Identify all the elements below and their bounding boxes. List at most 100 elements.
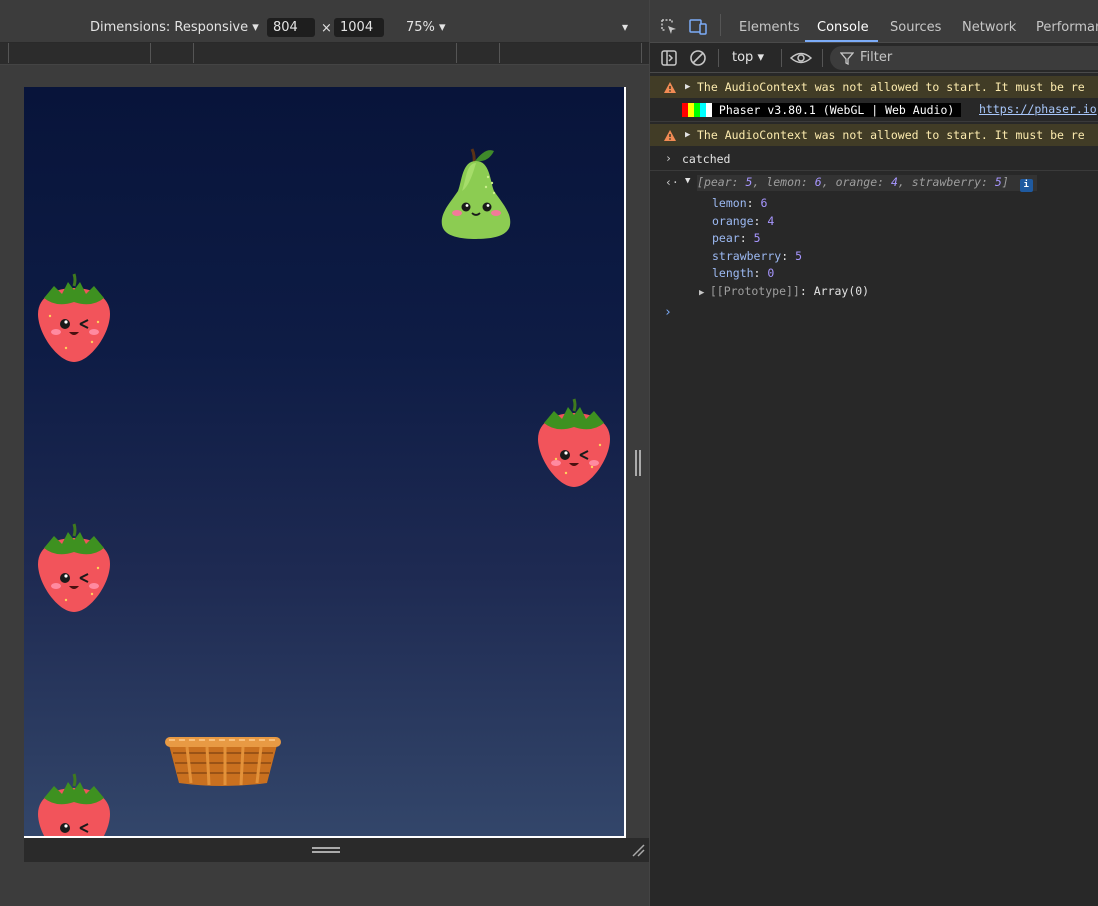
property-key: length: [712, 266, 754, 281]
divider: [718, 49, 719, 67]
ruler-tick: [456, 43, 457, 63]
inspect-element-icon[interactable]: [660, 18, 678, 36]
ruler-tick: [150, 43, 151, 63]
more-options-icon[interactable]: ▾: [622, 20, 628, 34]
property-value: 0: [767, 266, 775, 281]
zoom-dropdown[interactable]: 75% ▾: [406, 20, 446, 35]
preview-key: strawberry: [911, 175, 982, 189]
filter-input[interactable]: Filter: [830, 46, 1098, 70]
log-text: catched: [682, 152, 731, 166]
ruler-tick: [193, 43, 194, 63]
media-query-ruler[interactable]: [0, 43, 649, 65]
tab-performance[interactable]: Performance: [1036, 20, 1098, 35]
warning-icon: [664, 82, 676, 93]
array-preview[interactable]: [pear: 5, lemon: 6, orange: 4, strawberr…: [697, 175, 1037, 192]
times-sign: ×: [321, 21, 332, 36]
console-toolbar: top ▾ Filter: [650, 43, 1098, 73]
side-resize-handle[interactable]: [639, 450, 641, 476]
device-toolbar-icon[interactable]: [688, 18, 708, 36]
property-value: 5: [753, 231, 761, 246]
basket-sprite: [165, 737, 281, 786]
property-row: pear: 5: [712, 231, 761, 246]
game-canvas[interactable]: [24, 87, 624, 836]
expand-arrow-icon[interactable]: ▶: [699, 288, 710, 298]
property-key: lemon: [712, 196, 747, 210]
strawberry-sprite: [38, 773, 110, 836]
tab-console[interactable]: Console: [817, 20, 869, 35]
dimensions-dropdown[interactable]: Dimensions: Responsive ▾: [90, 20, 259, 35]
property-key: pear: [712, 231, 740, 246]
context-selector[interactable]: top ▾: [732, 50, 764, 65]
devtools-tabbar: Elements Console Sources Network Perform…: [650, 0, 1098, 43]
phaser-link[interactable]: https://phaser.io: [979, 102, 1097, 116]
tab-network[interactable]: Network: [962, 20, 1016, 35]
strawberry-sprite: [38, 273, 110, 362]
preview-key: orange: [835, 175, 878, 189]
corner-resize-icon[interactable]: [631, 843, 645, 857]
result-arrow-icon: ‹·: [665, 175, 679, 189]
prototype-value: Array(0): [813, 283, 870, 298]
console-result: ‹· ▼ [pear: 5, lemon: 6, orange: 4, stra…: [650, 173, 1098, 305]
property-row: strawberry: 5: [712, 248, 803, 263]
divider: [720, 14, 721, 36]
preview-value: 6: [814, 175, 822, 189]
divider: [781, 49, 782, 67]
preview-value: 5: [994, 175, 1002, 189]
dimensions-label: Dimensions: Responsive: [90, 20, 249, 35]
preview-value: 5: [745, 175, 753, 189]
resize-handle-line[interactable]: [312, 847, 340, 849]
width-input[interactable]: 804: [267, 18, 315, 37]
property-key: strawberry: [712, 248, 782, 263]
viewport-frame: [24, 87, 626, 838]
bracket: ]: [1001, 175, 1009, 189]
caret-down-icon: ▾: [757, 50, 764, 65]
height-input[interactable]: 1004: [334, 18, 384, 37]
side-resize-handle[interactable]: [635, 450, 637, 476]
divider: [822, 49, 823, 67]
context-label: top: [732, 50, 754, 65]
strawberry-sprite: [538, 398, 610, 487]
expand-arrow-icon[interactable]: ▶: [685, 76, 690, 98]
caret-down-icon: ▾: [439, 20, 446, 35]
console-warning[interactable]: ▶ The AudioContext was not allowed to st…: [650, 76, 1098, 98]
console-log-row: › catched: [650, 148, 1098, 171]
preview-key: pear: [703, 175, 732, 189]
pear-sprite: [441, 148, 511, 239]
console-warning[interactable]: ▶ The AudioContext was not allowed to st…: [650, 124, 1098, 146]
expand-arrow-icon[interactable]: ▶: [685, 124, 690, 146]
prototype-row[interactable]: ▶ [[Prototype]]: Array(0): [699, 283, 869, 303]
device-emulation-panel: Dimensions: Responsive ▾ 804 × 1004 75% …: [0, 0, 649, 906]
property-key: orange: [712, 213, 754, 228]
tab-elements[interactable]: Elements: [739, 20, 800, 35]
active-tab-indicator: [805, 40, 878, 42]
clear-console-icon[interactable]: [689, 49, 707, 67]
property-value: 4: [767, 213, 775, 228]
warning-text: The AudioContext was not allowed to star…: [697, 80, 1085, 94]
prototype-key: [[Prototype]]: [709, 283, 800, 298]
phaser-banner: Phaser v3.80.1 (WebGL | Web Audio): [712, 103, 962, 117]
device-toolbar: Dimensions: Responsive ▾ 804 × 1004 75% …: [0, 0, 649, 43]
preview-key: lemon: [766, 175, 801, 189]
info-icon[interactable]: i: [1019, 179, 1033, 192]
warning-text: The AudioContext was not allowed to star…: [697, 128, 1085, 142]
collapse-arrow-icon[interactable]: ▼: [685, 176, 690, 186]
console-prompt-icon[interactable]: ›: [664, 305, 672, 320]
bracket: [: [697, 175, 704, 189]
ruler-tick: [499, 43, 500, 63]
caret-down-icon: ▾: [252, 20, 259, 35]
live-expression-eye-icon[interactable]: [790, 49, 812, 67]
devtools-panel: Elements Console Sources Network Perform…: [649, 0, 1098, 906]
viewport-resize-bar: [24, 838, 649, 862]
console-output: ▶ The AudioContext was not allowed to st…: [650, 73, 1098, 906]
sidebar-toggle-icon[interactable]: [660, 49, 678, 67]
ruler-tick: [641, 43, 642, 63]
console-log-row: Phaser v3.80.1 (WebGL | Web Audio) https…: [650, 99, 1098, 122]
ruler-tick: [8, 43, 9, 63]
property-value: 6: [760, 196, 768, 210]
tab-sources[interactable]: Sources: [890, 20, 941, 35]
input-chevron-icon: ›: [665, 151, 672, 165]
resize-handle-line[interactable]: [312, 851, 340, 853]
filter-icon: [840, 52, 854, 65]
property-value: 5: [795, 248, 803, 263]
strawberry-sprite: [38, 523, 110, 612]
